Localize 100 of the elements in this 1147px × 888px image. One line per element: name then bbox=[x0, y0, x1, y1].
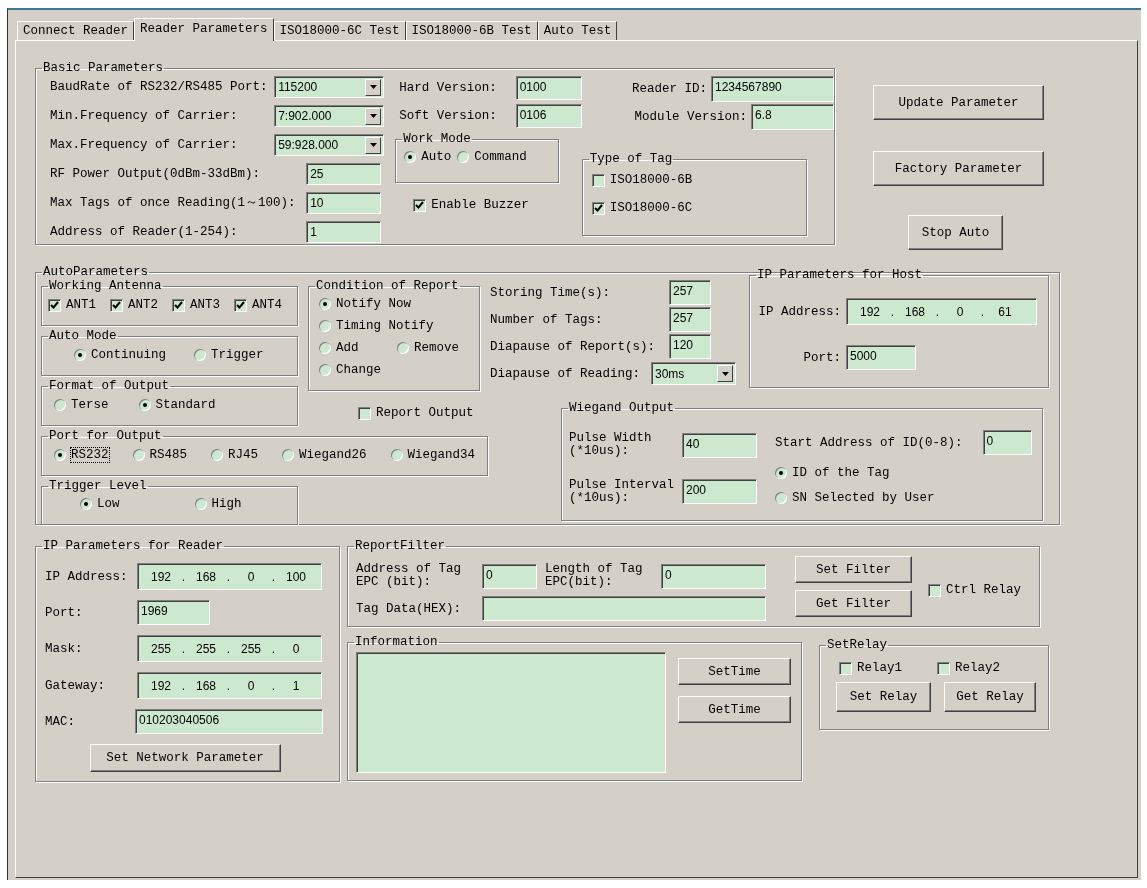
radio-button[interactable] bbox=[775, 492, 787, 504]
text-field[interactable]: 0106 bbox=[515, 104, 582, 128]
radio-button[interactable] bbox=[54, 399, 66, 411]
checkbox-label[interactable]: ISO18000-6B bbox=[609, 173, 693, 187]
radio-button[interactable] bbox=[390, 449, 403, 461]
radio-label[interactable]: Trigger bbox=[211, 348, 264, 362]
text-field[interactable]: 257 bbox=[669, 280, 711, 305]
checkbox-label[interactable]: Relay2 bbox=[955, 661, 1001, 675]
checkbox[interactable] bbox=[839, 661, 852, 675]
dropdown-field[interactable]: 30ms bbox=[651, 362, 736, 385]
set-network-button[interactable]: Set Network Parameter bbox=[89, 744, 281, 772]
radio-label[interactable]: RS232 bbox=[71, 448, 109, 462]
checkbox-label[interactable]: Ctrl Relay bbox=[946, 583, 1021, 597]
text-field[interactable]: 200 bbox=[682, 479, 757, 505]
checkbox[interactable] bbox=[234, 298, 248, 312]
checkbox-label[interactable]: Report Output bbox=[376, 406, 474, 420]
checkbox-label[interactable]: ANT3 bbox=[190, 298, 221, 312]
ip-address-field[interactable]: 192 . 168 . 0 . 1 bbox=[137, 672, 322, 699]
ip-address-field[interactable]: 255 . 255 . 255 . 0 bbox=[137, 635, 322, 662]
checkbox-label[interactable]: ANT4 bbox=[252, 298, 283, 312]
text-field[interactable]: 1234567890 bbox=[711, 76, 834, 102]
radio-button[interactable] bbox=[457, 151, 470, 163]
text-field[interactable] bbox=[482, 596, 766, 621]
checkbox[interactable] bbox=[172, 298, 186, 312]
radio-button[interactable] bbox=[397, 342, 409, 354]
checkbox[interactable] bbox=[591, 201, 605, 215]
radio-label[interactable]: Remove bbox=[414, 341, 459, 355]
text-field[interactable]: 25 bbox=[306, 163, 382, 185]
checkbox[interactable] bbox=[591, 173, 605, 187]
checkbox[interactable] bbox=[48, 298, 61, 312]
radio-button[interactable] bbox=[80, 498, 92, 510]
checkbox[interactable] bbox=[413, 198, 427, 212]
checkbox-label[interactable]: ANT1 bbox=[66, 298, 96, 312]
radio-button[interactable] bbox=[74, 349, 86, 361]
checkbox-label[interactable]: Relay1 bbox=[857, 661, 902, 675]
set-filter-button[interactable]: Set Filter bbox=[795, 556, 912, 583]
radio-label[interactable]: RJ45 bbox=[228, 448, 259, 462]
radio-button[interactable] bbox=[319, 364, 331, 376]
radio-button[interactable] bbox=[404, 151, 417, 163]
radio-button[interactable] bbox=[211, 449, 224, 461]
radio-label[interactable]: Notify Now bbox=[336, 297, 411, 311]
radio-label[interactable]: High bbox=[211, 497, 242, 511]
radio-button[interactable] bbox=[132, 449, 145, 461]
text-field[interactable]: 10 bbox=[306, 192, 382, 214]
radio-button[interactable] bbox=[194, 498, 207, 510]
radio-label[interactable]: Add bbox=[336, 341, 359, 355]
text-field[interactable]: 1 bbox=[306, 221, 382, 243]
radio-label[interactable]: Command bbox=[474, 150, 527, 164]
radio-button[interactable] bbox=[194, 349, 206, 361]
text-field[interactable]: 6.8 bbox=[751, 104, 834, 130]
checkbox-label[interactable]: ISO18000-6C bbox=[609, 201, 693, 215]
update-parameter-button[interactable]: Update Parameter bbox=[873, 85, 1044, 120]
set-time-button[interactable]: SetTime bbox=[678, 658, 791, 685]
checkbox[interactable] bbox=[110, 298, 123, 312]
text-field[interactable]: 0 bbox=[661, 563, 766, 589]
text-field[interactable]: 010203040506 bbox=[135, 709, 323, 734]
checkbox-label[interactable]: ANT2 bbox=[128, 298, 159, 312]
ip-address-field[interactable]: 192 . 168 . 0 . 100 bbox=[137, 563, 322, 590]
text-area[interactable] bbox=[356, 652, 666, 773]
text-field[interactable]: 0 bbox=[982, 430, 1032, 455]
radio-label[interactable]: Timing Notify bbox=[336, 319, 434, 333]
radio-button[interactable] bbox=[319, 320, 331, 332]
radio-button[interactable] bbox=[138, 399, 151, 411]
text-field[interactable]: 0100 bbox=[515, 76, 582, 100]
radio-label[interactable]: Terse bbox=[71, 398, 109, 412]
get-filter-button[interactable]: Get Filter bbox=[795, 590, 912, 617]
radio-label[interactable]: Wiegand34 bbox=[407, 448, 476, 462]
radio-label[interactable]: SN Selected by User bbox=[792, 491, 935, 505]
radio-button[interactable] bbox=[282, 449, 295, 461]
radio-label[interactable]: Change bbox=[336, 363, 381, 377]
radio-label[interactable]: Low bbox=[97, 497, 120, 511]
radio-label[interactable]: Auto bbox=[421, 150, 452, 164]
tab[interactable]: Reader Parameters bbox=[134, 18, 274, 41]
radio-label[interactable]: Standard bbox=[155, 398, 216, 412]
radio-button[interactable] bbox=[775, 467, 787, 479]
tab[interactable]: ISO18000-6B Test bbox=[405, 21, 538, 40]
tab[interactable]: ISO18000-6C Test bbox=[273, 21, 406, 40]
radio-label[interactable]: ID of the Tag bbox=[792, 466, 890, 480]
get-time-button[interactable]: GetTime bbox=[678, 696, 791, 723]
checkbox[interactable] bbox=[928, 583, 941, 597]
factory-parameter-button[interactable]: Factory Parameter bbox=[873, 151, 1044, 186]
checkbox[interactable] bbox=[358, 406, 371, 420]
text-field[interactable]: 0 bbox=[482, 563, 537, 589]
checkbox[interactable] bbox=[937, 661, 950, 675]
stop-auto-button[interactable]: Stop Auto bbox=[908, 215, 1003, 250]
radio-button[interactable] bbox=[54, 449, 66, 461]
tab[interactable]: Auto Test bbox=[537, 21, 618, 40]
set-relay-button[interactable]: Set Relay bbox=[836, 682, 931, 712]
dropdown-field[interactable]: 115200 bbox=[274, 76, 385, 98]
text-field[interactable]: 1969 bbox=[137, 600, 210, 625]
radio-label[interactable]: RS485 bbox=[149, 448, 188, 462]
checkbox-label[interactable]: Enable Buzzer bbox=[431, 198, 529, 212]
text-field[interactable]: 40 bbox=[682, 432, 757, 458]
radio-label[interactable]: Wiegand26 bbox=[299, 448, 367, 462]
radio-label[interactable]: Continuing bbox=[91, 348, 166, 362]
dropdown-field[interactable]: 7:902.000 bbox=[274, 105, 385, 127]
text-field[interactable]: 5000 bbox=[846, 345, 916, 370]
get-relay-button[interactable]: Get Relay bbox=[944, 682, 1036, 712]
dropdown-field[interactable]: 59:928.000 bbox=[274, 134, 385, 156]
radio-button[interactable] bbox=[319, 342, 331, 354]
